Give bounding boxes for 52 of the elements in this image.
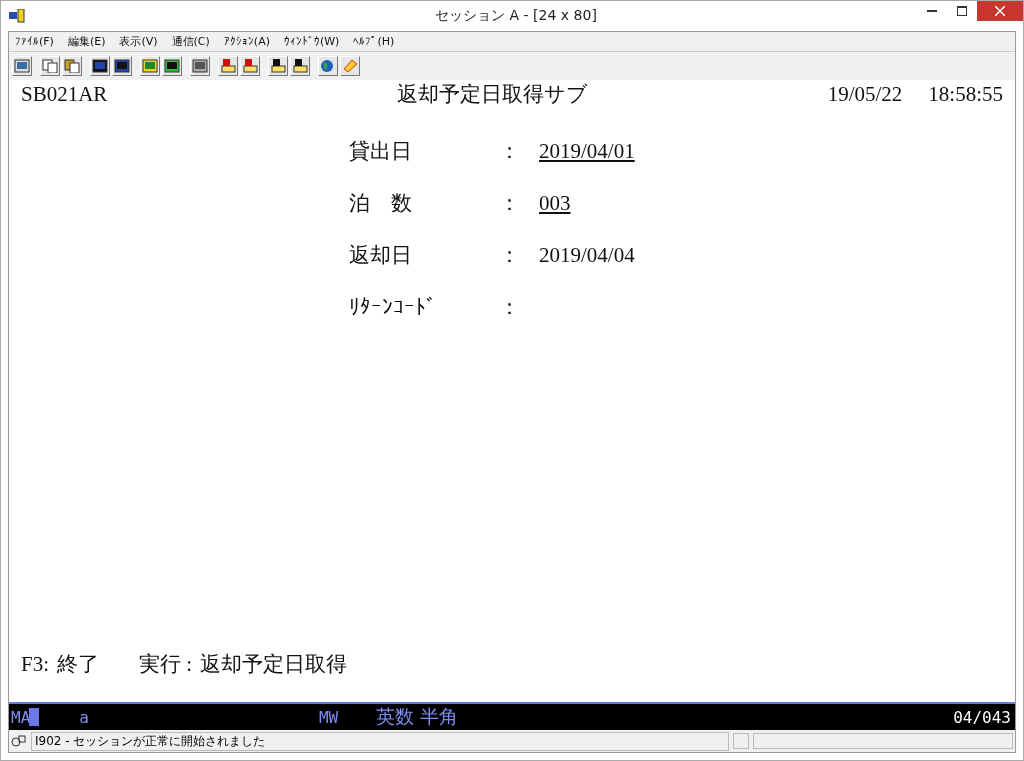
field-label: 返却日 xyxy=(349,242,413,269)
copy-icon xyxy=(42,59,58,73)
function-key-label: 実行 : xyxy=(139,651,193,678)
field-separator: ： xyxy=(499,138,521,165)
menu-item[interactable]: ｱｸｼｮﾝ(A) xyxy=(223,35,270,48)
status-message: I902 - セッションが正常に開始されました xyxy=(31,731,729,751)
window-title: セッション A - [24 x 80] xyxy=(434,7,598,25)
screen-heading: 返却予定日取得サブ xyxy=(397,81,589,108)
menu-item[interactable]: ﾍﾙﾌﾟ(H) xyxy=(353,35,395,48)
field-label: 貸出日 xyxy=(349,138,413,165)
oia-indicator: a xyxy=(79,707,89,727)
toolbar-button[interactable] xyxy=(268,56,288,76)
toolbar-button[interactable] xyxy=(90,56,110,76)
field-separator: ： xyxy=(499,190,521,217)
toolbar-button[interactable] xyxy=(318,56,338,76)
field-separator: ： xyxy=(499,242,521,269)
connection-icon xyxy=(11,735,27,747)
cursor-block xyxy=(29,708,40,726)
menu-item[interactable]: ｳｨﾝﾄﾞｳ(W) xyxy=(283,35,340,48)
screen-date: 19/05/22 xyxy=(827,81,903,107)
toolbar-button[interactable] xyxy=(290,56,310,76)
field-value: 2019/04/04 xyxy=(539,242,635,268)
close-button[interactable] xyxy=(977,1,1023,21)
menu-item[interactable]: 表示(V) xyxy=(119,34,158,49)
menu-item[interactable]: 通信(C) xyxy=(171,34,210,49)
status-pane xyxy=(733,733,749,749)
toolbar-button[interactable] xyxy=(112,56,132,76)
toolbar-button[interactable] xyxy=(162,56,182,76)
oia-indicator: MW xyxy=(318,707,339,727)
cursor-position: 04/043 xyxy=(953,707,1011,727)
screen-time: 18:58:55 xyxy=(928,81,1003,107)
screen-icon xyxy=(14,59,30,73)
menu-item[interactable]: 編集(E) xyxy=(67,34,106,49)
menu-item[interactable]: ﾌｧｲﾙ(F) xyxy=(15,35,54,48)
toolbar-button[interactable] xyxy=(190,56,210,76)
app-icon xyxy=(9,9,25,23)
field-separator: ： xyxy=(499,294,521,321)
oia-mode: MA xyxy=(11,707,31,727)
input-mode: 英数 半角 xyxy=(376,704,459,729)
input-field[interactable]: 003 xyxy=(539,190,571,216)
globe-icon xyxy=(320,59,336,73)
input-field[interactable]: 2019/04/01 xyxy=(539,138,635,164)
field-label: 泊 数 xyxy=(349,190,413,217)
program-id: SB021AR xyxy=(21,81,108,107)
field-label: ﾘﾀｰﾝｺｰﾄﾞ xyxy=(349,294,438,320)
function-key-label: F3: xyxy=(21,651,49,677)
close-icon xyxy=(995,6,1005,16)
paste-icon xyxy=(64,59,80,73)
function-key-action: 返却予定日取得 xyxy=(200,651,348,678)
maximize-icon xyxy=(957,6,967,16)
minimize-icon xyxy=(927,10,937,12)
function-key-action: 終了 xyxy=(57,651,99,678)
